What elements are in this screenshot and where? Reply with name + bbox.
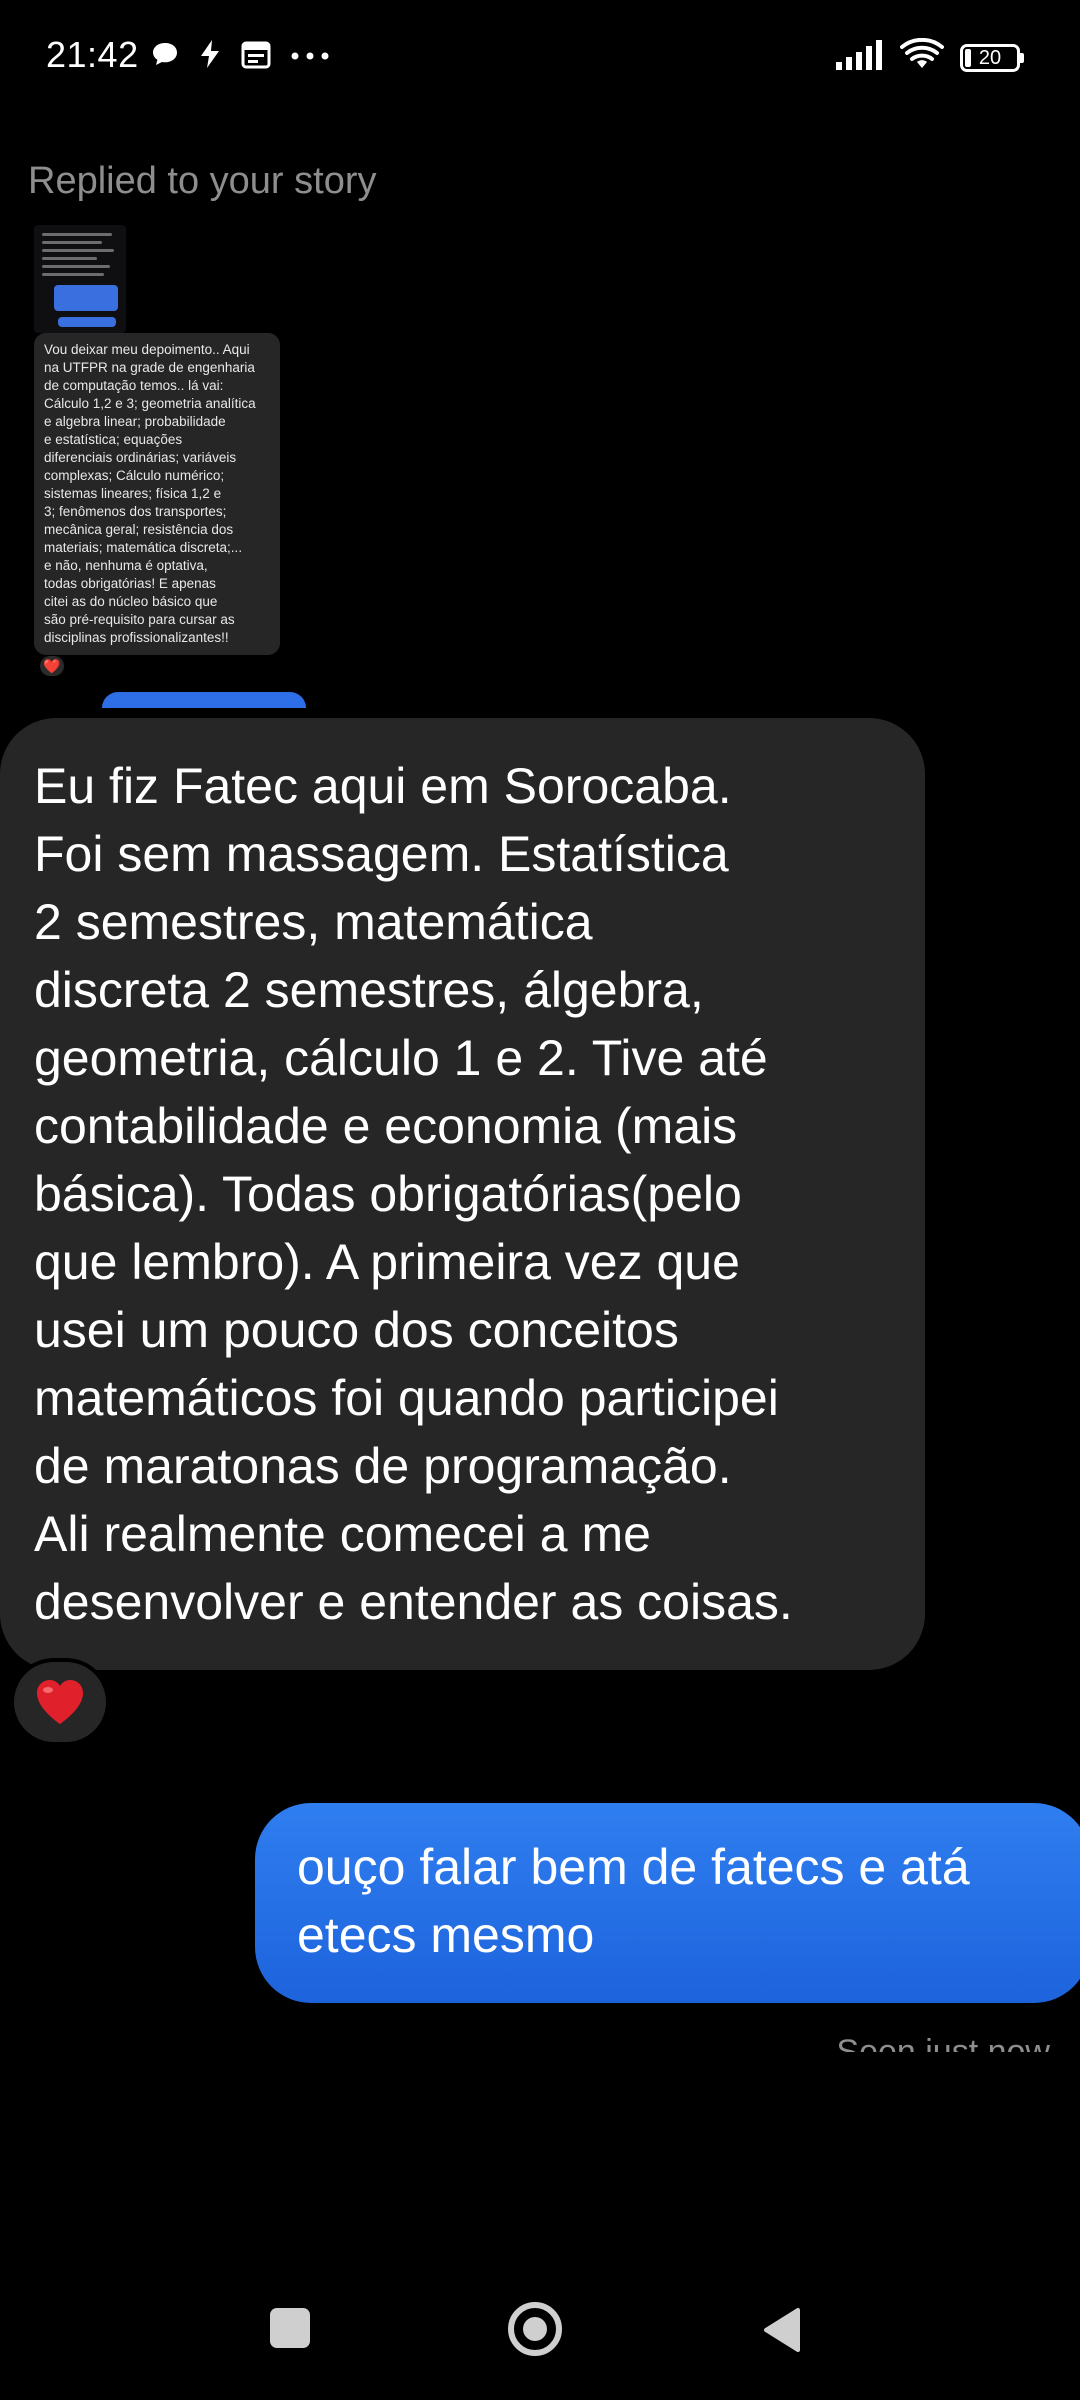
home-button[interactable] bbox=[508, 2302, 562, 2356]
heart-reaction[interactable] bbox=[10, 1658, 110, 1746]
story-heart-reaction: ❤️ bbox=[40, 656, 64, 676]
story-cut-message bbox=[102, 692, 306, 708]
status-bar: 21:42 20 bbox=[0, 0, 1080, 118]
seen-status: Seen just now bbox=[836, 2033, 1050, 2052]
bolt-icon bbox=[198, 38, 222, 75]
back-button[interactable] bbox=[760, 2306, 802, 2354]
battery-icon: 20 bbox=[960, 43, 1024, 72]
heart-icon bbox=[37, 1680, 83, 1724]
battery-level: 20 bbox=[978, 46, 1002, 69]
received-message[interactable]: Eu fiz Fatec aqui em Sorocaba. Foi sem m… bbox=[0, 718, 925, 1670]
recents-button[interactable] bbox=[270, 2308, 310, 2348]
system-icons: 20 bbox=[834, 37, 1024, 77]
story-thumbnail[interactable] bbox=[34, 225, 126, 333]
story-reply-text: Vou deixar meu depoimento.. Aqui na UTFP… bbox=[34, 333, 280, 655]
more-dots-icon bbox=[290, 48, 330, 66]
notification-icons bbox=[150, 38, 330, 75]
sent-message[interactable]: ouço falar bem de fatecs e atá etecs mes… bbox=[255, 1803, 1080, 2003]
signal-icon bbox=[834, 40, 884, 75]
calendar-icon bbox=[240, 38, 272, 75]
status-time: 21:42 bbox=[46, 34, 139, 75]
wifi-icon bbox=[900, 37, 944, 77]
navigation-bar bbox=[0, 2270, 1080, 2400]
chat-bubble-icon bbox=[150, 39, 180, 74]
story-reply-caption: Replied to your story bbox=[28, 160, 377, 202]
